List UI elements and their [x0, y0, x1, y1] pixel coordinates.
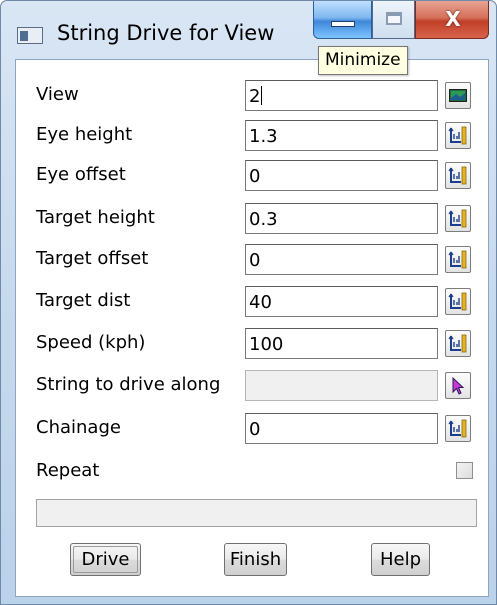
target-height-label: Target height [36, 207, 155, 228]
eye-height-measure-button[interactable] [445, 122, 471, 149]
eye-offset-label: Eye offset [36, 164, 126, 185]
repeat-checkbox[interactable] [456, 462, 473, 479]
target-height-input[interactable]: 0.3 [245, 203, 438, 234]
finish-button[interactable]: Finish [224, 543, 287, 576]
row-chainage: Chainage 0 [16, 409, 490, 449]
view-label: View [36, 84, 79, 105]
maximize-icon [386, 12, 402, 25]
app-icon[interactable] [17, 27, 43, 44]
row-speed: Speed (kph) 100 [16, 324, 490, 364]
measure-icon [448, 250, 467, 269]
target-dist-measure-button[interactable] [445, 288, 471, 315]
pick-arrow-icon [452, 376, 465, 395]
row-target-offset: Target offset 0 [16, 240, 490, 280]
title-bar[interactable]: String Drive for View X [1, 1, 496, 57]
target-offset-label: Target offset [36, 248, 149, 269]
eye-height-input[interactable]: 1.3 [245, 120, 438, 151]
target-dist-input[interactable]: 40 [245, 286, 438, 317]
eye-height-label: Eye height [36, 124, 133, 145]
measure-icon [448, 292, 467, 311]
target-offset-measure-button[interactable] [445, 246, 471, 273]
dialog-body: View 2 Eye height 1.3 Eye offset 0 Targe… [15, 59, 489, 597]
help-button-label: Help [379, 549, 422, 570]
measure-icon [448, 126, 467, 145]
measure-icon [448, 166, 467, 185]
close-button[interactable]: X [415, 1, 489, 39]
view-icon [449, 89, 467, 102]
string-pick-button[interactable] [445, 372, 471, 399]
string-label: String to drive along [36, 374, 221, 395]
target-dist-label: Target dist [36, 290, 131, 311]
row-eye-offset: Eye offset 0 [16, 156, 490, 196]
minimize-tooltip: Minimize [318, 46, 408, 75]
row-target-height: Target height 0.3 [16, 199, 490, 239]
dialog-window: String Drive for View X View 2 Eye heigh… [0, 0, 497, 605]
chainage-label: Chainage [36, 417, 121, 438]
eye-offset-measure-button[interactable] [445, 162, 471, 189]
speed-measure-button[interactable] [445, 330, 471, 357]
view-input[interactable]: 2 [245, 80, 438, 111]
close-icon: X [445, 7, 461, 31]
status-bar [36, 499, 477, 527]
measure-icon [448, 209, 467, 228]
minimize-icon [331, 21, 355, 27]
window-title: String Drive for View [57, 21, 275, 45]
minimize-button[interactable] [313, 1, 372, 39]
speed-label: Speed (kph) [36, 332, 146, 353]
view-select-button[interactable] [445, 82, 471, 109]
row-target-dist: Target dist 40 [16, 282, 490, 322]
target-height-measure-button[interactable] [445, 205, 471, 232]
chainage-input[interactable]: 0 [245, 413, 438, 444]
measure-icon [448, 419, 467, 438]
speed-input[interactable]: 100 [245, 328, 438, 359]
eye-offset-input[interactable]: 0 [245, 160, 438, 191]
target-offset-input[interactable]: 0 [245, 244, 438, 275]
chainage-measure-button[interactable] [445, 415, 471, 442]
row-repeat: Repeat [16, 452, 490, 492]
help-button[interactable]: Help [371, 543, 430, 576]
measure-icon [448, 334, 467, 353]
row-eye-height: Eye height 1.3 [16, 116, 490, 156]
row-string: String to drive along [16, 366, 490, 406]
drive-button[interactable]: Drive [70, 543, 141, 576]
repeat-label: Repeat [36, 460, 100, 481]
string-input[interactable] [245, 370, 438, 401]
finish-button-label: Finish [229, 549, 282, 570]
maximize-button [372, 1, 415, 39]
row-view: View 2 [16, 76, 490, 116]
